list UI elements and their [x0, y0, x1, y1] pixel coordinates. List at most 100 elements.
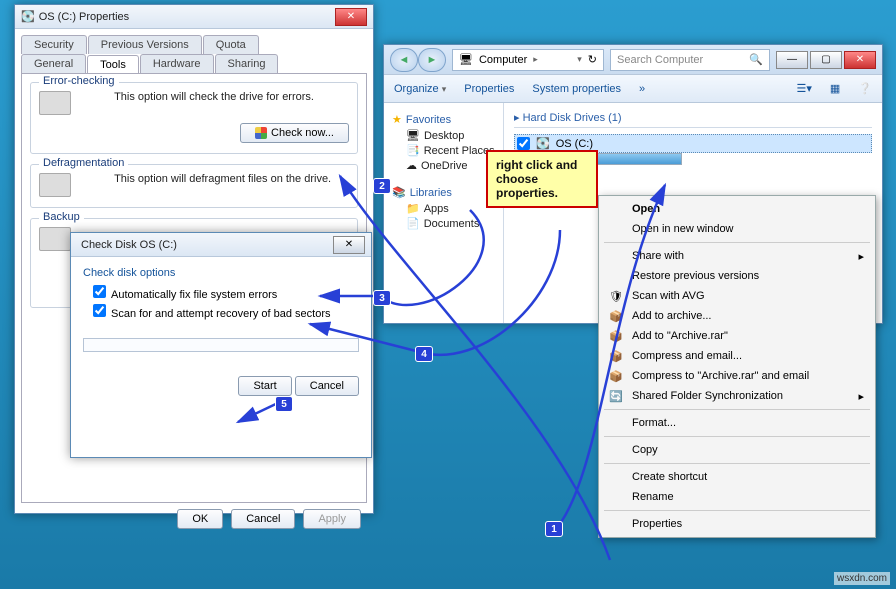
toolbar-properties[interactable]: Properties — [464, 83, 514, 95]
toolbar-system-properties[interactable]: System properties — [532, 83, 621, 95]
menu-item-format[interactable]: Format... — [602, 413, 872, 433]
check-disk-options-title: Check disk options — [83, 267, 359, 279]
check-now-button[interactable]: Check now... — [240, 123, 349, 143]
favorites-header[interactable]: ★Favorites — [392, 113, 495, 126]
properties-title: OS (C:) Properties — [39, 11, 129, 23]
rar-icon: 📦 — [608, 348, 624, 364]
auto-fix-checkbox[interactable] — [93, 285, 106, 298]
nav-forward-button[interactable]: ► — [418, 48, 446, 72]
breadcrumb[interactable]: Computer — [479, 54, 527, 66]
tab-previous-versions[interactable]: Previous Versions — [88, 35, 202, 54]
maximize-button[interactable]: ▢ — [810, 51, 842, 69]
preview-pane-button[interactable]: ▦ — [830, 82, 840, 95]
defrag-icon — [39, 173, 71, 197]
minimize-button[interactable]: — — [776, 51, 808, 69]
menu-item-copy[interactable]: Copy — [602, 440, 872, 460]
rar-icon: 📦 — [608, 368, 624, 384]
nav-desktop[interactable]: 🖥 Desktop — [406, 129, 495, 142]
tab-tools[interactable]: Tools — [87, 55, 139, 74]
uac-shield-icon — [255, 127, 267, 139]
menu-item-restore-previous-versions[interactable]: Restore previous versions — [602, 266, 872, 286]
close-button[interactable]: ✕ — [333, 236, 365, 254]
menu-item-create-shortcut[interactable]: Create shortcut — [602, 467, 872, 487]
navigation-pane: ★Favorites 🖥 Desktop 📑 Recent Places ☁ O… — [384, 103, 504, 323]
explorer-titlebar[interactable]: ◄ ► 🖥 Computer ▸ ▾ ↻ Search Computer 🔍 —… — [384, 45, 882, 75]
organize-menu[interactable]: Organize ▾ — [394, 83, 446, 95]
check-disk-title: Check Disk OS (C:) — [81, 239, 177, 251]
tab-security[interactable]: Security — [21, 35, 87, 54]
sync-icon: 🔄 — [608, 388, 624, 404]
properties-tabs: Security Previous Versions Quota General… — [15, 29, 373, 73]
step-badge-1: 1 — [545, 521, 563, 537]
menu-item-add-to-archive[interactable]: 📦Add to archive... — [602, 306, 872, 326]
menu-separator — [604, 436, 870, 437]
scan-recover-checkbox[interactable] — [93, 304, 106, 317]
annotation-callout: right click and choose properties. — [486, 150, 598, 208]
nav-apps[interactable]: 📁 Apps — [406, 202, 495, 215]
nav-onedrive[interactable]: ☁ OneDrive — [406, 159, 495, 172]
cancel-button[interactable]: Cancel — [231, 509, 295, 529]
properties-titlebar[interactable]: 💽 OS (C:) Properties ✕ — [15, 5, 373, 29]
defrag-title: Defragmentation — [39, 157, 128, 169]
menu-item-add-to-archive-rar[interactable]: 📦Add to "Archive.rar" — [602, 326, 872, 346]
menu-item-shared-folder-synchronization[interactable]: 🔄Shared Folder Synchronization▸ — [602, 386, 872, 406]
backup-title: Backup — [39, 211, 84, 223]
tab-hardware[interactable]: Hardware — [140, 54, 214, 73]
scan-recover-option[interactable]: Scan for and attempt recovery of bad sec… — [93, 304, 359, 320]
check-disk-titlebar[interactable]: Check Disk OS (C:) ✕ — [71, 233, 371, 257]
auto-fix-option[interactable]: Automatically fix file system errors — [93, 285, 359, 301]
close-button[interactable]: ✕ — [844, 51, 876, 69]
ok-button[interactable]: OK — [177, 509, 223, 529]
refresh-icon[interactable]: ↻ — [588, 53, 597, 66]
nav-back-button[interactable]: ◄ — [390, 48, 418, 72]
menu-item-share-with[interactable]: Share with▸ — [602, 246, 872, 266]
menu-separator — [604, 242, 870, 243]
step-badge-4: 4 — [415, 346, 433, 362]
toolbar-more[interactable]: » — [639, 83, 645, 95]
error-checking-title: Error-checking — [39, 75, 119, 87]
drive-icon: 💽 — [21, 10, 35, 23]
error-checking-desc: This option will check the drive for err… — [114, 91, 314, 103]
drive-label: OS (C:) — [556, 138, 593, 150]
menu-item-compress-to-archive-rar-and-email[interactable]: 📦Compress to "Archive.rar" and email — [602, 366, 872, 386]
menu-separator — [604, 463, 870, 464]
avg-icon: 🛡 — [608, 288, 624, 304]
libraries-header[interactable]: 📚 Libraries — [392, 186, 495, 199]
view-icons-button[interactable]: ☰▾ — [797, 82, 812, 95]
tab-sharing[interactable]: Sharing — [215, 54, 279, 73]
search-icon: 🔍 — [749, 53, 763, 66]
search-input[interactable]: Search Computer 🔍 — [610, 49, 770, 71]
address-bar[interactable]: 🖥 Computer ▸ ▾ ↻ — [452, 49, 604, 71]
step-badge-2: 2 — [373, 178, 391, 194]
menu-item-open[interactable]: Open — [602, 199, 872, 219]
cancel-button[interactable]: Cancel — [295, 376, 359, 396]
computer-icon: 🖥 — [459, 53, 473, 66]
footer-credit: wsxdn.com — [834, 572, 890, 585]
nav-recent-places[interactable]: 📑 Recent Places — [406, 144, 495, 157]
menu-separator — [604, 510, 870, 511]
menu-item-compress-and-email[interactable]: 📦Compress and email... — [602, 346, 872, 366]
apply-button[interactable]: Apply — [303, 509, 361, 529]
chevron-right-icon[interactable]: ▸ — [533, 54, 538, 65]
drives-section-header[interactable]: ▸ Hard Disk Drives (1) — [514, 111, 872, 128]
tab-quota[interactable]: Quota — [203, 35, 259, 54]
rar-icon: 📦 — [608, 328, 624, 344]
menu-item-scan-with-avg[interactable]: 🛡Scan with AVG — [602, 286, 872, 306]
menu-item-properties[interactable]: Properties — [602, 514, 872, 534]
menu-item-rename[interactable]: Rename — [602, 487, 872, 507]
help-button[interactable]: ❔ — [858, 82, 872, 95]
tab-general[interactable]: General — [21, 54, 86, 73]
submenu-arrow-icon: ▸ — [858, 250, 864, 263]
close-button[interactable]: ✕ — [335, 8, 367, 26]
nav-documents[interactable]: 📄 Documents — [406, 217, 495, 230]
explorer-toolbar: Organize ▾ Properties System properties … — [384, 75, 882, 103]
properties-button-row: OK Cancel Apply — [15, 503, 373, 535]
step-badge-5: 5 — [275, 396, 293, 412]
backup-icon — [39, 227, 71, 251]
drive-checkbox[interactable] — [517, 137, 530, 150]
star-icon: ★ — [392, 113, 402, 126]
start-button[interactable]: Start — [238, 376, 291, 396]
dropdown-icon[interactable]: ▾ — [577, 54, 582, 65]
menu-item-open-in-new-window[interactable]: Open in new window — [602, 219, 872, 239]
step-badge-3: 3 — [373, 290, 391, 306]
